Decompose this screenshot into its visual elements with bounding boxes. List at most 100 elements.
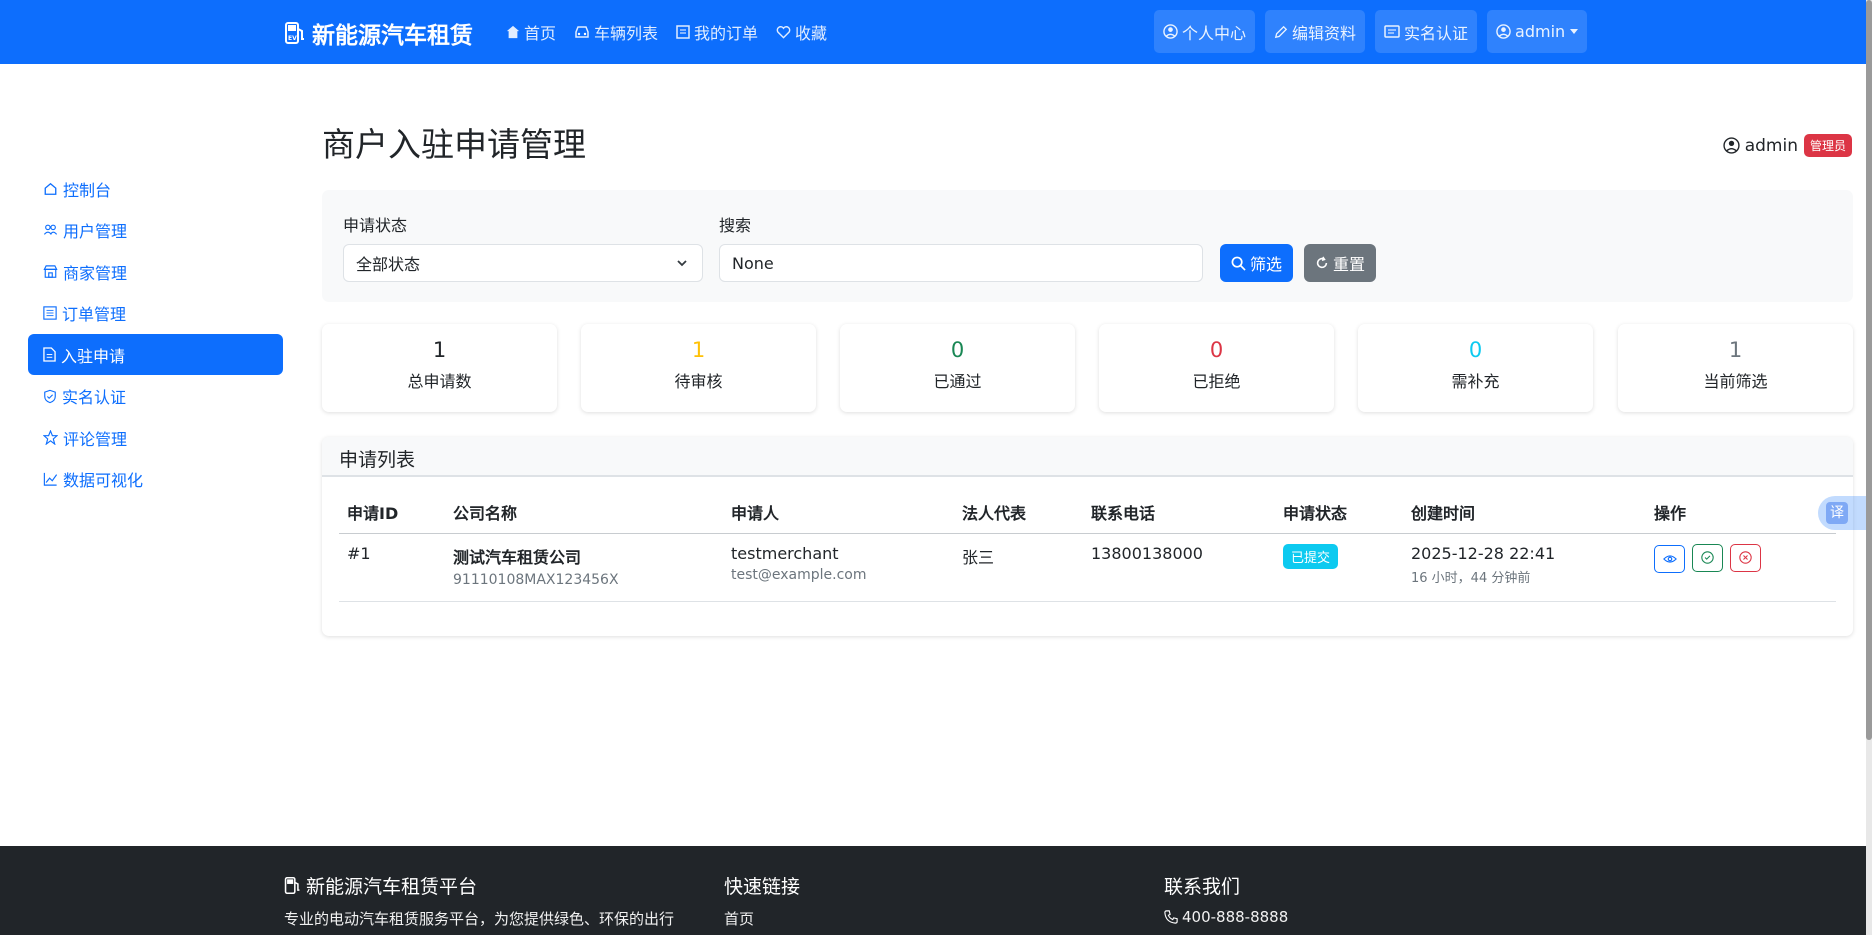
sidebar-item-label: 商家管理 <box>63 263 128 283</box>
nav-favorites-label: 收藏 <box>795 24 828 43</box>
heart-icon <box>776 26 791 39</box>
nav-orders[interactable]: 我的订单 <box>676 20 758 44</box>
stat-value: 1 <box>1728 338 1743 362</box>
column-header: 申请状态 <box>1275 491 1403 534</box>
car-icon <box>575 26 589 38</box>
sidebar-item-label: 用户管理 <box>63 222 128 241</box>
shop-icon <box>43 264 58 278</box>
stat-card-supplement: 0 需补充 <box>1358 324 1593 412</box>
verification-button[interactable]: 实名认证 <box>1375 10 1478 53</box>
brand-logo[interactable]: EV 新能源汽车租赁 <box>284 16 473 50</box>
stat-label: 当前筛选 <box>1703 372 1768 391</box>
footer: 新能源汽车租赁平台 专业的电动汽车租赁服务平台，为您提供绿色、环保的出行 快速链… <box>0 846 1866 935</box>
sidebar-item-applications[interactable]: 入驻申请 <box>28 334 283 375</box>
scrollbar-thumb[interactable] <box>1866 0 1872 740</box>
column-header: 操作 <box>1646 491 1836 534</box>
view-button[interactable] <box>1654 545 1685 573</box>
sidebar-item-label: 入驻申请 <box>61 346 126 366</box>
brand-name: 新能源汽车租赁 <box>312 23 473 49</box>
stat-label: 已通过 <box>933 372 982 391</box>
stat-card-total: 1 总申请数 <box>322 324 557 412</box>
document-icon <box>43 347 56 362</box>
approve-button[interactable] <box>1692 543 1724 572</box>
reset-button-label: 重置 <box>1333 255 1366 274</box>
footer-link-home[interactable]: 首页 <box>724 908 754 929</box>
table-header-row: 申请ID 公司名称 申请人 法人代表 联系电话 申请状态 创建时间 操作 <box>339 491 1836 534</box>
list-title: 申请列表 <box>322 437 1853 477</box>
sidebar-item-merchants[interactable]: 商家管理 <box>28 251 283 292</box>
stat-value: 1 <box>432 338 447 362</box>
stat-value: 0 <box>950 338 965 362</box>
nav-home-label: 首页 <box>524 24 557 43</box>
main-nav: 首页 车辆列表 我的订单 收藏 <box>506 20 827 44</box>
cell-actions <box>1646 533 1836 602</box>
sidebar-item-label: 实名认证 <box>62 388 127 407</box>
filter-panel: 申请状态 搜索 全部状态 None 筛选 重置 <box>322 190 1853 302</box>
sidebar-item-orders[interactable]: 订单管理 <box>28 293 283 334</box>
nav-vehicles[interactable]: 车辆列表 <box>574 20 658 44</box>
pencil-icon <box>1274 25 1288 38</box>
company-name: 测试汽车租赁公司 <box>453 547 582 567</box>
current-user-name: admin <box>1744 135 1798 156</box>
stat-value: 0 <box>1209 338 1224 362</box>
translate-button[interactable]: 译 <box>1818 496 1866 530</box>
sidebar-item-verification[interactable]: 实名认证 <box>28 376 283 417</box>
application-table: 申请ID 公司名称 申请人 法人代表 联系电话 申请状态 创建时间 操作 #1 … <box>339 491 1836 602</box>
chart-icon <box>43 472 58 486</box>
stats-row: 1 总申请数 1 待审核 0 已通过 0 已拒绝 0 需补充 1 当前筛选 <box>322 324 1853 412</box>
created-ago: 16 小时，44 分钟前 <box>1411 570 1531 586</box>
sidebar-item-label: 数据可视化 <box>63 471 144 490</box>
footer-brand-name: 新能源汽车租赁平台 <box>306 876 478 898</box>
translate-icon: 译 <box>1826 502 1848 524</box>
ev-station-icon: EV <box>285 22 304 44</box>
applicant-email: test@example.com <box>731 566 867 583</box>
cell-status: 已提交 <box>1275 533 1403 602</box>
stat-label: 总申请数 <box>407 372 472 391</box>
profile-button[interactable]: 个人中心 <box>1154 10 1256 53</box>
search-input[interactable]: None <box>719 244 1203 282</box>
nav-vehicles-label: 车辆列表 <box>594 24 659 43</box>
stat-label: 已拒绝 <box>1192 372 1241 391</box>
contact-title: 联系我们 <box>1164 876 1241 898</box>
chevron-down-icon <box>677 260 687 267</box>
status-badge: 已提交 <box>1283 543 1339 569</box>
nav-favorites[interactable]: 收藏 <box>776 20 827 44</box>
column-header: 联系电话 <box>1083 491 1275 534</box>
house-icon <box>506 25 520 39</box>
sidebar-item-users[interactable]: 用户管理 <box>28 210 283 251</box>
sidebar-item-reviews[interactable]: 评论管理 <box>28 417 283 458</box>
nav-home[interactable]: 首页 <box>506 20 556 44</box>
nav-orders-label: 我的订单 <box>694 24 759 43</box>
cell-id: #1 <box>339 533 445 602</box>
current-user: admin 管理员 <box>1723 134 1852 157</box>
sidebar-item-dashboard[interactable]: 控制台 <box>28 168 283 209</box>
check-circle-icon <box>1701 551 1714 564</box>
user-nav: 个人中心 编辑资料 实名认证 admin <box>1154 10 1588 53</box>
credit-code: 91110108MAX123456X <box>453 571 619 588</box>
sidebar-item-analytics[interactable]: 数据可视化 <box>28 459 283 500</box>
cell-legal-rep: 张三 <box>954 533 1083 602</box>
cell-created: 2025-12-28 22:41 16 小时，44 分钟前 <box>1403 533 1646 602</box>
reject-button[interactable] <box>1730 543 1762 572</box>
search-icon <box>1231 256 1246 271</box>
person-circle-icon <box>1723 137 1740 154</box>
applicant-name: testmerchant <box>731 543 839 563</box>
caret-down-icon <box>1570 29 1579 34</box>
status-select-value: 全部状态 <box>356 255 421 274</box>
reset-button[interactable]: 重置 <box>1304 244 1377 282</box>
cell-company: 测试汽车租赁公司 91110108MAX123456X <box>445 533 723 602</box>
page-scrollbar[interactable] <box>1866 0 1872 935</box>
footer-phone: 400-888-8888 <box>1164 908 1288 926</box>
status-filter-label: 申请状态 <box>343 216 408 235</box>
people-icon <box>43 224 58 235</box>
footer-description: 专业的电动汽车租赁服务平台，为您提供绿色、环保的出行 <box>284 910 675 928</box>
role-badge: 管理员 <box>1803 134 1852 157</box>
filter-button[interactable]: 筛选 <box>1220 244 1294 282</box>
ev-station-icon <box>284 877 300 894</box>
verification-label: 实名认证 <box>1404 23 1469 43</box>
cell-phone: 13800138000 <box>1083 533 1275 602</box>
edit-profile-button[interactable]: 编辑资料 <box>1265 10 1366 53</box>
user-menu-dropdown[interactable]: admin <box>1487 10 1588 53</box>
footer-phone-number: 400-888-8888 <box>1182 908 1289 926</box>
status-select[interactable]: 全部状态 <box>343 244 703 282</box>
